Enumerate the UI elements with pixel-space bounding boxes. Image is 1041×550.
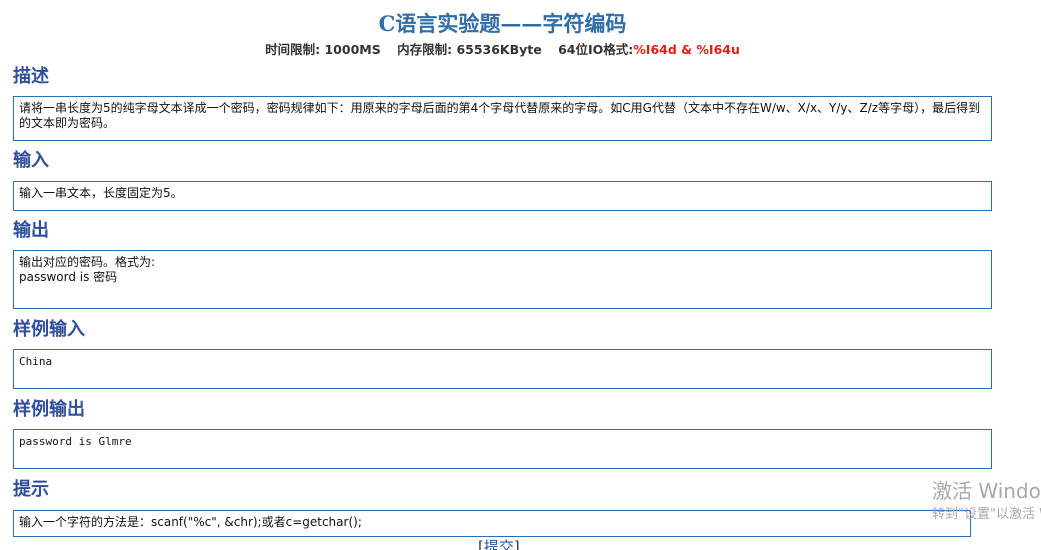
problem-limits: 时间限制: 1000MS 内存限制: 65536KByte 64位IO格式:%I… (0, 41, 1005, 59)
memory-limit-label: 内存限制: (397, 42, 453, 57)
time-limit-label: 时间限制: (265, 42, 321, 57)
submit-link-wrapper: [提交] (478, 538, 520, 550)
hint-text: 输入一个字符的方法是：scanf("%c", &chr);或者c=getchar… (19, 515, 362, 529)
sample-input-heading: 样例输入 (13, 319, 85, 340)
sample-input-box: China (13, 349, 992, 389)
sample-input-text: China (19, 355, 53, 368)
input-text: 输入一串文本，长度固定为5。 (19, 186, 183, 200)
windows-activation-watermark: 激活 Windows 转到"设置"以激活 Windows。 (932, 478, 1041, 526)
problem-title: C语言实验题——字符编码 (378, 11, 627, 36)
sample-output-box: password is Glmre (13, 429, 992, 469)
output-text: 输出对应的密码。格式为: password is 密码 (19, 255, 156, 284)
output-heading: 输出 (13, 220, 49, 241)
hint-box: 输入一个字符的方法是：scanf("%c", &chr);或者c=getchar… (13, 510, 971, 537)
watermark-subtitle: 转到"设置"以激活 Windows。 (932, 507, 1041, 522)
time-limit-value: 1000MS (324, 42, 381, 57)
io-format-value: %I64d & %I64u (633, 42, 740, 57)
sample-output-text: password is Glmre (19, 435, 132, 448)
description-text: 请将一串长度为5的纯字母文本译成一个密码，密码规律如下：用原来的字母后面的第4个… (19, 101, 981, 130)
io-format-label: 64位IO格式: (558, 42, 634, 57)
memory-limit-value: 65536KByte (456, 42, 542, 57)
input-heading: 输入 (13, 150, 49, 171)
description-heading: 描述 (13, 66, 49, 87)
input-box: 输入一串文本，长度固定为5。 (13, 181, 992, 211)
description-box: 请将一串长度为5的纯字母文本译成一个密码，密码规律如下：用原来的字母后面的第4个… (13, 96, 992, 141)
output-box: 输出对应的密码。格式为: password is 密码 (13, 250, 992, 309)
submit-bracket-close: ] (513, 538, 520, 550)
sample-output-heading: 样例输出 (13, 399, 85, 420)
hint-heading: 提示 (13, 479, 49, 500)
submit-link[interactable]: 提交 (484, 538, 514, 550)
watermark-title: 激活 Windows (932, 479, 1041, 503)
